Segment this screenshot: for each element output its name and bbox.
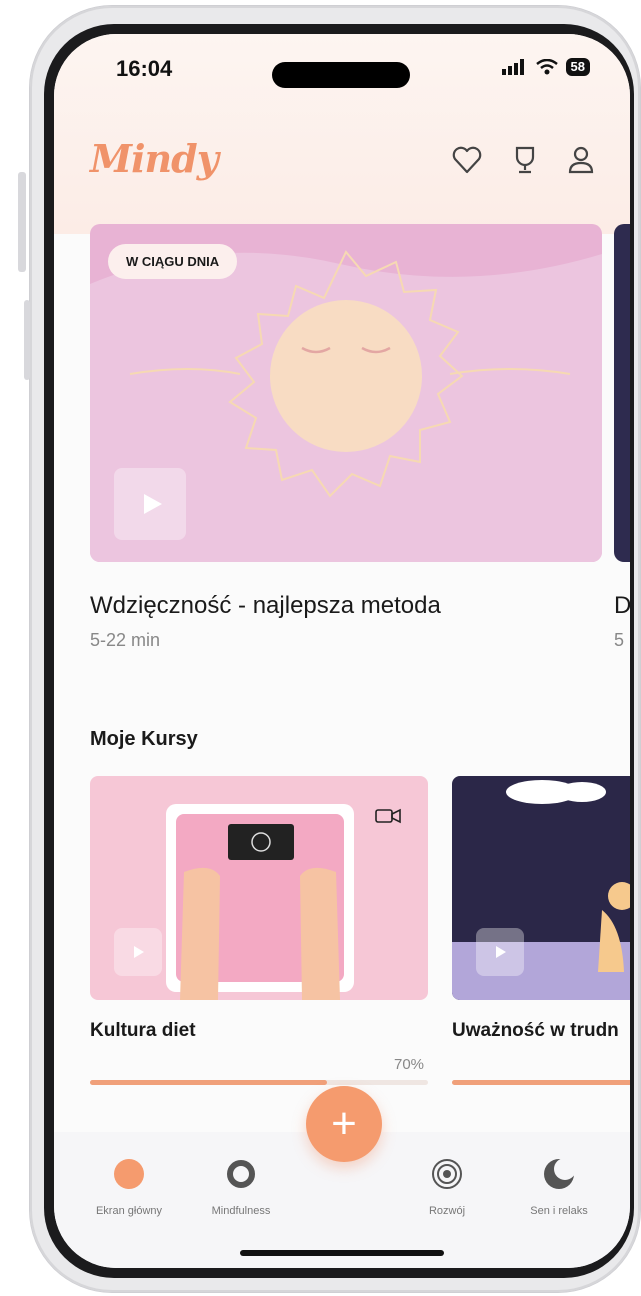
- battery-indicator: 58: [565, 58, 590, 76]
- nav-label-mindfulness: Mindfulness: [211, 1205, 271, 1217]
- course-progress-fill: [90, 1080, 327, 1085]
- trophy-icon[interactable]: [512, 146, 538, 174]
- featured-card[interactable]: W CIĄGU DNIA: [90, 224, 602, 562]
- play-icon: [134, 946, 144, 958]
- nav-label-development: Rozwój: [428, 1205, 466, 1217]
- volume-button: [24, 300, 30, 380]
- header-actions: [452, 146, 594, 174]
- play-button[interactable]: [114, 468, 186, 540]
- featured-duration: 5-22 min: [90, 630, 161, 650]
- featured-title-next[interactable]: D: [614, 592, 630, 620]
- featured-card-next[interactable]: [614, 224, 630, 562]
- featured-title[interactable]: Wdzięczność - najlepsza metoda: [90, 592, 441, 620]
- side-button: [18, 172, 26, 272]
- nav-home[interactable]: Ekran główny: [74, 1158, 184, 1217]
- home-indicator: [240, 1250, 444, 1256]
- course-progress-label: 70%: [394, 1056, 425, 1073]
- course-card-next[interactable]: [452, 776, 630, 1000]
- heart-icon[interactable]: [452, 146, 482, 174]
- signal-icon: [501, 59, 524, 75]
- play-icon: [144, 494, 162, 514]
- time-badge: W CIĄGU DNIA: [108, 244, 238, 279]
- course-progress-fill-next: [452, 1080, 630, 1085]
- nav-label-home: Ekran główny: [95, 1205, 163, 1217]
- nav-label-sleep: Sen i relaks: [530, 1205, 588, 1217]
- add-button[interactable]: +: [306, 1086, 382, 1162]
- play-icon: [496, 946, 506, 958]
- moon-icon: [544, 1158, 576, 1189]
- nav-development[interactable]: Rozwój: [392, 1158, 502, 1217]
- ring-icon: [227, 1160, 255, 1188]
- course-play-button[interactable]: [114, 928, 162, 976]
- status-time: 16:04: [116, 56, 173, 81]
- nav-mindfulness[interactable]: Mindfulness: [186, 1158, 296, 1217]
- plus-icon: +: [331, 1099, 357, 1148]
- wifi-icon: [535, 59, 558, 75]
- course-name[interactable]: Kultura diet: [90, 1020, 196, 1042]
- status-icons: 58: [501, 58, 590, 76]
- nav-sleep[interactable]: Sen i relaks: [504, 1158, 614, 1217]
- course-name-next[interactable]: Uważność w trudn: [452, 1020, 619, 1042]
- course-progress-bar-next: [452, 1080, 630, 1085]
- course-play-button-next[interactable]: [476, 928, 524, 976]
- dynamic-island: [272, 62, 410, 88]
- course-progress-bar: [90, 1080, 428, 1085]
- user-icon[interactable]: [568, 146, 594, 174]
- featured-duration-next: 5: [614, 630, 625, 650]
- course-card[interactable]: [90, 776, 428, 1000]
- home-dot-icon: [114, 1159, 144, 1189]
- section-title: Moje Kursy: [90, 728, 198, 750]
- app-logo: Mindy: [90, 136, 219, 181]
- app-screen: 16:04 58 Mindy W CIĄGU DNIA Wdzięczność …: [54, 34, 630, 1268]
- target-icon: [432, 1159, 462, 1189]
